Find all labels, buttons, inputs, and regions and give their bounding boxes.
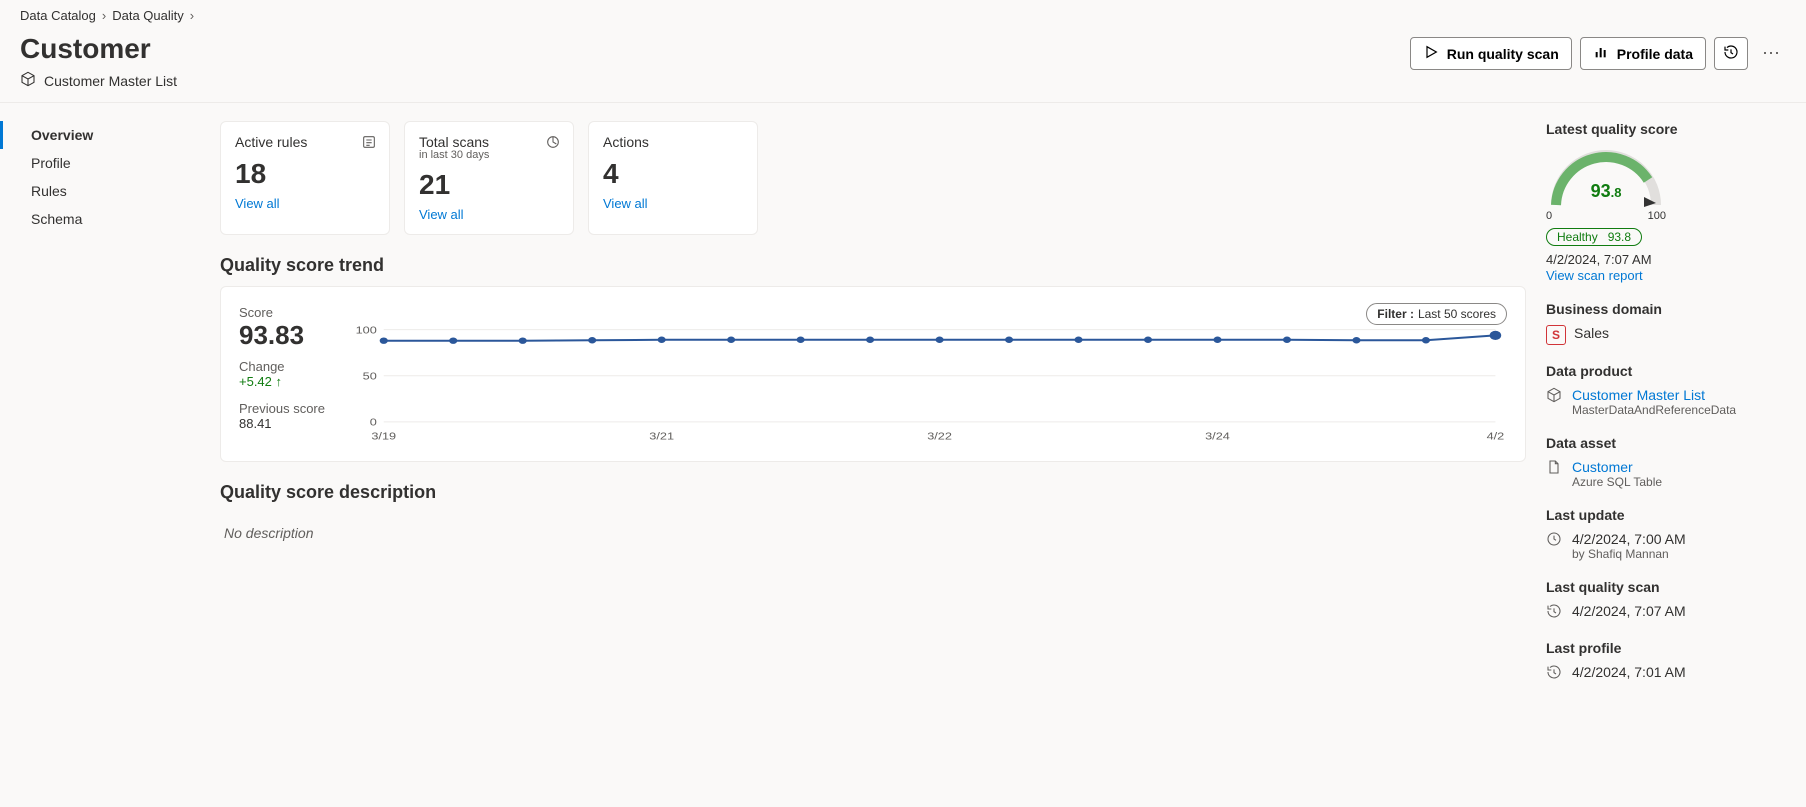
svg-text:3/21: 3/21 xyxy=(649,432,674,443)
last-update-by: by Shafiq Mannan xyxy=(1572,547,1686,561)
filter-pill[interactable]: Filter : Last 50 scores xyxy=(1366,303,1507,325)
filter-value: Last 50 scores xyxy=(1418,307,1496,321)
last-update-title: Last update xyxy=(1546,507,1786,523)
previous-score-value: 88.41 xyxy=(239,416,329,431)
last-quality-scan-time: 4/2/2024, 7:07 AM xyxy=(1572,603,1686,619)
svg-text:3/24: 3/24 xyxy=(1205,432,1230,443)
last-update-time: 4/2/2024, 7:00 AM xyxy=(1572,531,1686,547)
health-value: 93.8 xyxy=(1608,230,1631,244)
breadcrumb: Data Catalog › Data Quality › xyxy=(20,8,1786,23)
health-label: Healthy xyxy=(1557,230,1598,244)
data-asset-title: Data asset xyxy=(1546,435,1786,451)
button-label: Run quality scan xyxy=(1447,46,1559,62)
view-all-link[interactable]: View all xyxy=(603,196,648,211)
data-product-title: Data product xyxy=(1546,363,1786,379)
section-title-trend: Quality score trend xyxy=(220,255,1526,276)
card-total-scans: Total scans in last 30 days 21 View all xyxy=(404,121,574,235)
latest-score-title: Latest quality score xyxy=(1546,121,1786,137)
svg-text:3/19: 3/19 xyxy=(371,432,396,443)
card-title: Active rules xyxy=(235,134,375,150)
svg-text:50: 50 xyxy=(363,372,377,383)
card-value: 18 xyxy=(235,158,375,190)
right-panel: Latest quality score 93.8 0 100 Healthy … xyxy=(1546,121,1786,683)
data-asset-link[interactable]: Customer xyxy=(1572,459,1633,475)
business-domain-title: Business domain xyxy=(1546,301,1786,317)
domain-badge-icon: S xyxy=(1546,325,1566,345)
view-all-link[interactable]: View all xyxy=(419,207,464,222)
page-title: Customer xyxy=(20,33,177,65)
description-empty: No description xyxy=(220,513,1526,553)
svg-text:0: 0 xyxy=(370,418,377,429)
card-title: Actions xyxy=(603,134,743,150)
clock-icon xyxy=(1546,531,1564,550)
chevron-right-icon: › xyxy=(190,8,194,23)
trend-chart: 0 50 100 3/19 3/21 3/22 3/24 4/2 xyxy=(349,325,1507,445)
data-asset-sub: Azure SQL Table xyxy=(1572,475,1662,489)
breadcrumb-item[interactable]: Data Catalog xyxy=(20,8,96,23)
rules-icon xyxy=(361,134,377,153)
page-subtitle: Customer Master List xyxy=(44,73,177,89)
bar-chart-icon xyxy=(1593,44,1609,63)
profile-data-button[interactable]: Profile data xyxy=(1580,37,1706,70)
health-pill: Healthy 93.8 xyxy=(1546,228,1642,246)
change-label: Change xyxy=(239,359,329,374)
history-button[interactable] xyxy=(1714,37,1748,70)
nav-overview[interactable]: Overview xyxy=(0,121,200,149)
button-label: Profile data xyxy=(1617,46,1693,62)
more-menu-icon[interactable]: ⋯ xyxy=(1756,39,1786,68)
previous-score-label: Previous score xyxy=(239,401,329,416)
data-product-sub: MasterDataAndReferenceData xyxy=(1572,403,1736,417)
cube-icon xyxy=(20,71,36,90)
business-domain-value: Sales xyxy=(1574,325,1609,341)
filter-label: Filter : xyxy=(1377,307,1414,321)
cube-icon xyxy=(1546,387,1564,406)
last-profile-title: Last profile xyxy=(1546,640,1786,656)
view-all-link[interactable]: View all xyxy=(235,196,280,211)
scan-icon xyxy=(545,134,561,153)
svg-text:3/22: 3/22 xyxy=(927,432,952,443)
history-icon xyxy=(1723,44,1739,63)
score-label: Score xyxy=(239,305,329,320)
gauge: 93.8 xyxy=(1546,145,1666,218)
run-quality-scan-button[interactable]: Run quality scan xyxy=(1410,37,1572,70)
card-subtitle: in last 30 days xyxy=(419,149,559,161)
gauge-score-dec: .8 xyxy=(1611,185,1622,200)
nav-schema[interactable]: Schema xyxy=(0,205,200,233)
nav-profile[interactable]: Profile xyxy=(0,149,200,177)
play-icon xyxy=(1423,44,1439,63)
change-value: +5.42 ↑ xyxy=(239,374,329,389)
svg-text:4/2: 4/2 xyxy=(1487,432,1505,443)
card-value: 21 xyxy=(419,169,559,201)
trend-panel: Score 93.83 Change +5.42 ↑ Previous scor… xyxy=(220,286,1526,462)
svg-text:100: 100 xyxy=(356,325,377,336)
breadcrumb-item[interactable]: Data Quality xyxy=(112,8,184,23)
nav-rules[interactable]: Rules xyxy=(0,177,200,205)
card-active-rules: Active rules 18 View all xyxy=(220,121,390,235)
side-navigation: Overview Profile Rules Schema xyxy=(0,103,200,701)
data-product-link[interactable]: Customer Master List xyxy=(1572,387,1705,403)
last-profile-time: 4/2/2024, 7:01 AM xyxy=(1572,664,1686,680)
card-actions: Actions 4 View all xyxy=(588,121,758,235)
section-title-description: Quality score description xyxy=(220,482,1526,503)
score-value: 93.83 xyxy=(239,320,329,351)
gauge-score-int: 93 xyxy=(1591,181,1611,201)
history-icon xyxy=(1546,603,1564,622)
last-quality-scan-title: Last quality scan xyxy=(1546,579,1786,595)
card-value: 4 xyxy=(603,158,743,190)
latest-score-timestamp: 4/2/2024, 7:07 AM xyxy=(1546,252,1786,267)
chevron-right-icon: › xyxy=(102,8,106,23)
view-scan-report-link[interactable]: View scan report xyxy=(1546,268,1643,283)
file-icon xyxy=(1546,459,1564,478)
history-icon xyxy=(1546,664,1564,683)
card-title: Total scans xyxy=(419,134,559,150)
